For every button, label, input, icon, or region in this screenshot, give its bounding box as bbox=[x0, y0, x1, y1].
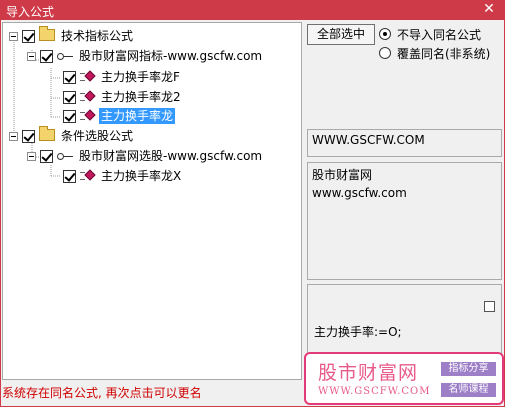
tree-item-label[interactable]: 主力换手率龙F bbox=[99, 69, 182, 85]
tree-item-label[interactable]: 主力换手率龙X bbox=[99, 168, 183, 184]
tree-package-indicators[interactable]: 股市财富网指标-www.gscfw.com bbox=[27, 47, 264, 65]
tree-package-label[interactable]: 股市财富网指标-www.gscfw.com bbox=[77, 48, 264, 64]
logo-tag-share: 指标分享 bbox=[441, 362, 496, 376]
tree-item[interactable]: 主力换手率龙2 bbox=[63, 88, 183, 106]
source-url-box: WWW.GSCFW.COM bbox=[307, 129, 502, 157]
import-formula-window: 导入公式 ✕ 技术指标公式 股市财富网指标-www.gscfw.com 主力换手… bbox=[0, 0, 505, 407]
title-bar[interactable]: 导入公式 ✕ bbox=[0, 0, 505, 20]
radio-overwrite-duplicates[interactable]: 覆盖同名(非系统) bbox=[379, 45, 490, 61]
formula-preview-box: 主力换手率:=O; bbox=[307, 284, 502, 354]
radio-skip-label[interactable]: 不导入同名公式 bbox=[397, 26, 481, 43]
preview-checkbox[interactable] bbox=[484, 301, 495, 312]
radio-checked-icon[interactable] bbox=[379, 28, 391, 40]
folder-icon bbox=[39, 126, 55, 141]
watermark-logo: 股市财富网 WWW.GSCFW.COM 指标分享 名师课程 bbox=[304, 352, 504, 405]
tree-item-label[interactable]: 主力换手率龙2 bbox=[99, 89, 183, 105]
checkbox-checked[interactable] bbox=[63, 70, 76, 84]
checkbox-checked[interactable] bbox=[22, 129, 35, 143]
tree-package-label[interactable]: 股市财富网选股-www.gscfw.com bbox=[77, 148, 264, 164]
formula-diamond-icon bbox=[80, 90, 96, 103]
tree-package-screening[interactable]: 股市财富网选股-www.gscfw.com bbox=[27, 147, 264, 165]
tree-item-label[interactable]: 主力换手率龙 bbox=[99, 108, 176, 124]
checkbox-checked[interactable] bbox=[63, 109, 76, 123]
radio-skip-duplicates[interactable]: 不导入同名公式 bbox=[379, 26, 481, 42]
checkbox-checked[interactable] bbox=[63, 90, 76, 104]
formula-text: 主力换手率:=O; bbox=[314, 325, 402, 339]
status-message: 系统存在同名公式, 再次点击可以更名 bbox=[2, 386, 202, 400]
formula-tree[interactable]: 技术指标公式 股市财富网指标-www.gscfw.com 主力换手率龙F 主力换… bbox=[2, 22, 302, 380]
folder-icon bbox=[39, 26, 55, 41]
checkbox-checked[interactable] bbox=[63, 169, 76, 183]
select-all-button[interactable]: 全部选中 bbox=[307, 24, 375, 45]
collapse-icon[interactable] bbox=[9, 131, 18, 141]
radio-unchecked-icon[interactable] bbox=[379, 47, 391, 59]
checkbox-checked[interactable] bbox=[40, 49, 53, 63]
formula-diamond-icon bbox=[80, 109, 96, 122]
tree-group-label[interactable]: 条件选股公式 bbox=[59, 128, 135, 144]
checkbox-checked[interactable] bbox=[22, 29, 35, 43]
tree-group-screening[interactable]: 条件选股公式 bbox=[9, 126, 135, 145]
tree-group-indicators[interactable]: 技术指标公式 bbox=[9, 26, 135, 45]
tree-item-selected[interactable]: 主力换手率龙 bbox=[63, 107, 176, 125]
formula-diamond-icon bbox=[80, 169, 96, 182]
formula-diamond-icon bbox=[80, 70, 96, 83]
collapse-icon[interactable] bbox=[27, 51, 36, 61]
collapse-icon[interactable] bbox=[27, 151, 36, 161]
source-url: WWW.GSCFW.COM bbox=[312, 133, 425, 147]
description-line: 股市财富网 bbox=[312, 168, 373, 182]
description-line: www.gscfw.com bbox=[312, 186, 407, 200]
checkbox-checked[interactable] bbox=[40, 149, 53, 163]
dialog-body: 技术指标公式 股市财富网指标-www.gscfw.com 主力换手率龙F 主力换… bbox=[1, 20, 504, 406]
description-box: 股市财富网 www.gscfw.com bbox=[307, 162, 502, 280]
window-title: 导入公式 bbox=[6, 5, 55, 19]
tree-group-label[interactable]: 技术指标公式 bbox=[59, 28, 135, 44]
logo-main-text: 股市财富网 bbox=[318, 362, 419, 384]
tree-item[interactable]: 主力换手率龙F bbox=[63, 68, 182, 86]
collapse-icon[interactable] bbox=[9, 31, 18, 41]
logo-tag-courses: 名师课程 bbox=[441, 383, 496, 397]
close-icon[interactable]: ✕ bbox=[481, 1, 497, 17]
key-icon bbox=[57, 51, 73, 61]
radio-overwrite-label[interactable]: 覆盖同名(非系统) bbox=[397, 45, 490, 62]
tree-item[interactable]: 主力换手率龙X bbox=[63, 167, 183, 185]
logo-url-text: WWW.GSCFW.COM bbox=[318, 386, 431, 397]
key-icon bbox=[57, 151, 73, 161]
